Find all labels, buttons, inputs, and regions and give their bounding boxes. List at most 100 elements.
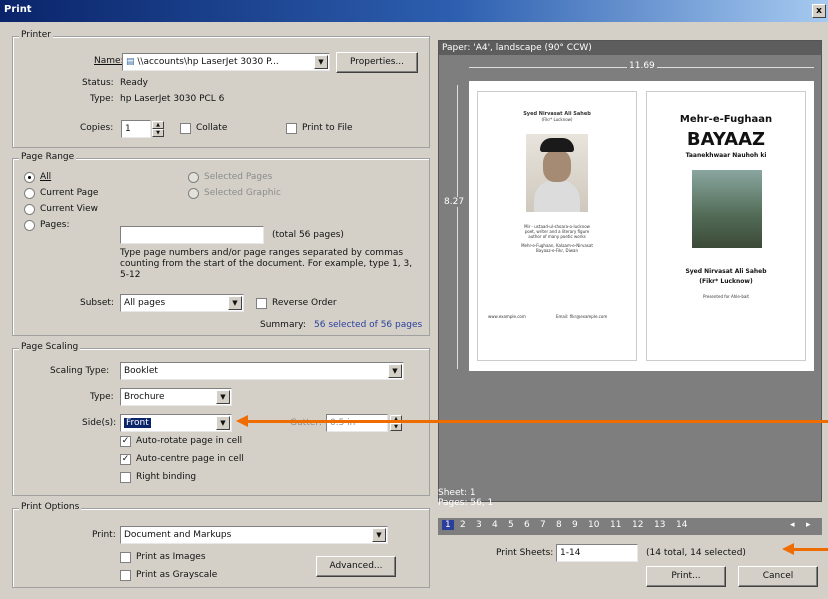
- scroll-right-icon[interactable]: ▸: [806, 520, 811, 530]
- close-icon[interactable]: x: [812, 4, 826, 18]
- portrait-photo: [526, 134, 588, 212]
- print-sheets-value: 1-14: [560, 548, 581, 558]
- annotation-arrow-sides: [236, 415, 828, 427]
- cancel-button[interactable]: Cancel: [738, 566, 818, 587]
- sheet-number[interactable]: 5: [508, 520, 514, 530]
- auto-rotate-checkbox[interactable]: ✓: [120, 436, 131, 447]
- pages-total: (total 56 pages): [272, 230, 344, 240]
- sheet-label: Sheet: 1: [438, 488, 476, 498]
- sheet-number[interactable]: 14: [676, 520, 687, 530]
- spin-up-icon[interactable]: ▲: [152, 121, 164, 129]
- copies-label: Copies:: [80, 123, 114, 133]
- range-selected-graphic-radio[interactable]: [188, 188, 199, 199]
- preview-status: Sheet: 1 Pages: 56, 1: [438, 488, 493, 508]
- print-preview: Paper: 'A4', landscape (90° CCW) 11.69 8…: [438, 40, 822, 502]
- advanced-button[interactable]: Advanced...: [316, 556, 396, 577]
- sheet-number[interactable]: 13: [654, 520, 665, 530]
- copies-stepper[interactable]: ▲ ▼: [152, 121, 164, 137]
- range-current-view-radio[interactable]: [24, 204, 35, 215]
- range-current-page-label: Current Page: [40, 188, 99, 198]
- sheet-number[interactable]: 8: [556, 520, 562, 530]
- subset-value: All pages: [124, 298, 166, 308]
- summary-value: 56 selected of 56 pages: [314, 320, 423, 330]
- right-page-author-sub: (Fikr* Lucknow): [699, 278, 753, 285]
- sides-select[interactable]: Front ▼: [120, 414, 232, 432]
- sheet-number[interactable]: 12: [632, 520, 643, 530]
- reverse-order-label: Reverse Order: [272, 298, 337, 308]
- print-as-images-label: Print as Images: [136, 552, 206, 562]
- status-value: Ready: [120, 78, 148, 88]
- booklet-page-right: Mehr-e-Fughaan BAYAAZ Taanekhwaar Nauhoh…: [646, 91, 806, 361]
- sides-value: Front: [124, 418, 151, 428]
- sheet-number[interactable]: 4: [492, 520, 498, 530]
- sheet-number[interactable]: 1: [442, 520, 454, 530]
- sheet-number[interactable]: 9: [572, 520, 578, 530]
- sheet-number[interactable]: 6: [524, 520, 530, 530]
- page-range-help: Type page numbers and/or page ranges sep…: [120, 248, 413, 280]
- collate-checkbox[interactable]: [180, 123, 191, 134]
- printer-icon: ▤: [126, 57, 138, 67]
- right-page-title: Mehr-e-Fughaan: [679, 114, 773, 125]
- print-sheets-summary: (14 total, 14 selected): [646, 548, 746, 558]
- copies-input[interactable]: 1: [121, 120, 151, 138]
- range-selected-pages-radio[interactable]: [188, 172, 199, 183]
- preview-paper-header: Paper: 'A4', landscape (90° CCW): [439, 41, 821, 55]
- sheet-navigator: 1 2 3 4 5 6 7 8 9 10 11 12 13 14 ◂ ▸: [438, 518, 822, 535]
- pages-label: Pages: 56, 1: [438, 498, 494, 508]
- spin-down-icon[interactable]: ▼: [390, 423, 402, 431]
- sheet-number[interactable]: 10: [588, 520, 599, 530]
- print-as-images-checkbox[interactable]: [120, 552, 131, 563]
- scroll-left-icon[interactable]: ◂: [790, 520, 795, 530]
- booklet-type-label: Type:: [90, 392, 114, 402]
- scaling-type-label: Scaling Type:: [50, 366, 110, 376]
- auto-rotate-label: Auto-rotate page in cell: [136, 436, 243, 446]
- print-button[interactable]: Print...: [646, 566, 726, 587]
- gutter-stepper[interactable]: ▲ ▼: [390, 415, 402, 431]
- range-pages-label: Pages:: [40, 220, 70, 230]
- chevron-down-icon[interactable]: ▼: [314, 55, 328, 69]
- range-all-radio[interactable]: [24, 172, 35, 183]
- print-sheets-label: Print Sheets:: [496, 548, 554, 558]
- right-binding-label: Right binding: [136, 472, 197, 482]
- sheet-number[interactable]: 11: [610, 520, 621, 530]
- properties-button[interactable]: Properties...: [336, 52, 418, 73]
- left-page-line: Bayaaz-e-Fikr, Diwan: [536, 248, 578, 253]
- range-pages-radio[interactable]: [24, 220, 35, 231]
- summary-label: Summary:: [260, 320, 306, 330]
- pages-input[interactable]: [120, 226, 264, 244]
- reverse-order-checkbox[interactable]: [256, 298, 267, 309]
- auto-centre-checkbox[interactable]: ✓: [120, 454, 131, 465]
- booklet-page-left: Syed Nirvasat Ali Saheb (Fikr* Lucknow) …: [477, 91, 637, 361]
- printer-name-label: Name:: [94, 56, 124, 66]
- print-what-value: Document and Markups: [124, 530, 232, 540]
- chevron-down-icon[interactable]: ▼: [372, 528, 386, 542]
- sheet-number[interactable]: 7: [540, 520, 546, 530]
- print-as-grayscale-checkbox[interactable]: [120, 570, 131, 581]
- range-current-page-radio[interactable]: [24, 188, 35, 199]
- height-ruler: 8.27: [442, 85, 467, 369]
- print-to-file-checkbox[interactable]: [286, 123, 297, 134]
- auto-centre-label: Auto-centre page in cell: [136, 454, 244, 464]
- right-page-big-title: BAYAAZ: [686, 129, 766, 150]
- gutter-input[interactable]: 0.5 in: [326, 414, 388, 432]
- printer-name-select[interactable]: ▤ \\accounts\hp LaserJet 3030 P... ▼: [122, 53, 330, 71]
- sheet-number[interactable]: 3: [476, 520, 482, 530]
- booklet-type-select[interactable]: Brochure ▼: [120, 388, 232, 406]
- range-selected-pages-label: Selected Pages: [204, 172, 273, 182]
- chevron-down-icon[interactable]: ▼: [216, 416, 230, 430]
- page-range-title: Page Range: [19, 152, 77, 162]
- chevron-down-icon[interactable]: ▼: [388, 364, 402, 378]
- width-ruler: 11.69: [469, 61, 814, 73]
- sheet-number[interactable]: 2: [460, 520, 466, 530]
- print-sheets-input[interactable]: 1-14: [556, 544, 638, 562]
- spin-down-icon[interactable]: ▼: [152, 129, 164, 137]
- scaling-type-select[interactable]: Booklet ▼: [120, 362, 404, 380]
- right-page-note: Presented for Ahle-bait: [702, 294, 749, 299]
- printer-name-value: \\accounts\hp LaserJet 3030 P...: [137, 57, 279, 67]
- right-binding-checkbox[interactable]: [120, 472, 131, 483]
- chevron-down-icon[interactable]: ▼: [216, 390, 230, 404]
- chevron-down-icon[interactable]: ▼: [228, 296, 242, 310]
- print-what-select[interactable]: Document and Markups ▼: [120, 526, 388, 544]
- left-page-footer-left: www.example.com: [488, 314, 526, 319]
- subset-select[interactable]: All pages ▼: [120, 294, 244, 312]
